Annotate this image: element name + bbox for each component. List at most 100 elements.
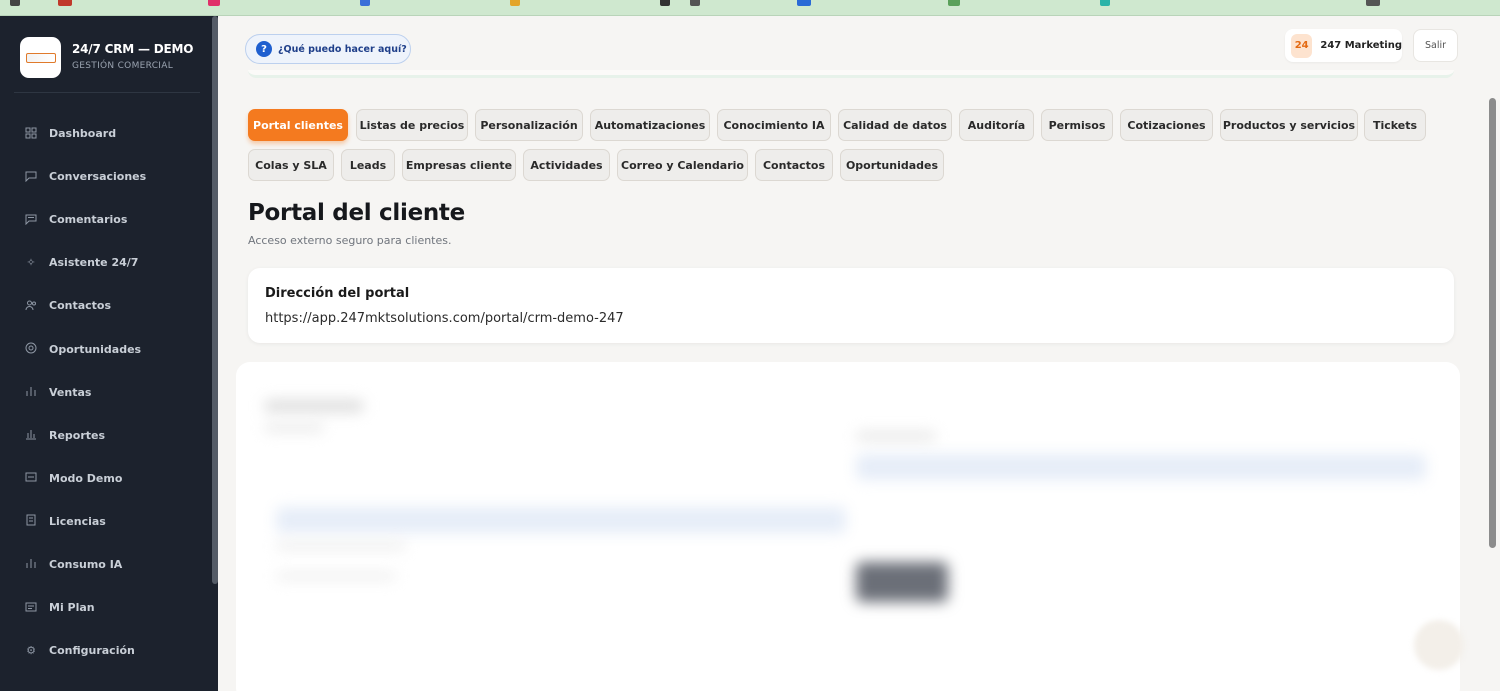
document-icon	[24, 514, 38, 528]
blurred-block	[276, 507, 846, 533]
help-label: ¿Qué puedo hacer aquí?	[278, 43, 407, 55]
sidebar-item-label: Configuración	[49, 644, 135, 658]
sidebar-item-label: Modo Demo	[49, 471, 123, 485]
tab-empresas-cliente[interactable]: Empresas cliente	[402, 149, 516, 181]
blurred-block	[264, 400, 364, 412]
tab-contactos[interactable]: Contactos	[755, 149, 833, 181]
users-icon	[24, 299, 38, 313]
sidebar-item-modo-demo[interactable]: Modo Demo	[0, 457, 218, 500]
bar-chart-icon	[24, 557, 38, 571]
bookmark-icon[interactable]	[660, 0, 670, 6]
sidebar-item-asistente[interactable]: ✧ Asistente 24/7	[0, 241, 218, 284]
sidebar-item-label: Dashboard	[49, 127, 117, 141]
sidebar-item-ventas[interactable]: Ventas	[0, 371, 218, 414]
sidebar-item-contactos[interactable]: Contactos	[0, 284, 218, 327]
page-title: Portal del cliente	[248, 200, 465, 226]
sparkle-icon: ✧	[26, 255, 36, 269]
card-heading: Dirección del portal	[265, 286, 410, 301]
user-name: 247 Marketing	[1320, 40, 1402, 51]
tab-calidad-de-datos[interactable]: Calidad de datos	[838, 109, 952, 141]
sidebar-item-label: Ventas	[49, 385, 92, 399]
header-bottom-panel	[248, 70, 1454, 78]
logout-button[interactable]: Salir	[1413, 29, 1458, 62]
sidebar-item-label: Comentarios	[49, 213, 128, 227]
logo	[20, 37, 61, 78]
bookmark-icon[interactable]	[797, 0, 811, 6]
tab-correo-y-calendario[interactable]: Correo y Calendario	[617, 149, 748, 181]
sidebar-item-label: Reportes	[49, 428, 106, 442]
blurred-content-panel	[236, 362, 1460, 691]
sidebar-item-label: Mi Plan	[49, 601, 95, 615]
blurred-block	[276, 572, 396, 580]
bookmark-icon[interactable]	[208, 0, 220, 6]
blurred-block	[264, 424, 324, 432]
help-icon: ?	[256, 41, 272, 57]
tab-conocimiento-ia[interactable]: Conocimiento IA	[717, 109, 831, 141]
tab-oportunidades[interactable]: Oportunidades	[840, 149, 944, 181]
tab-tickets[interactable]: Tickets	[1364, 109, 1426, 141]
tab-actividades[interactable]: Actividades	[523, 149, 610, 181]
brand[interactable]: 24/7 CRM — DEMO GESTIÓN COMERCIAL	[20, 37, 220, 81]
browser-bookmarks-bar	[0, 0, 1500, 16]
portal-address-card: Dirección del portal https://app.247mkts…	[248, 268, 1454, 343]
sidebar-item-label: Contactos	[49, 299, 112, 313]
bookmark-icon[interactable]	[10, 0, 20, 6]
card-icon	[24, 601, 38, 615]
tab-personalizacion[interactable]: Personalización	[475, 109, 583, 141]
sidebar-item-comentarios[interactable]: Comentarios	[0, 198, 218, 241]
monitor-icon	[24, 471, 38, 485]
portal-url[interactable]: https://app.247mktsolutions.com/portal/c…	[265, 311, 624, 326]
page-subtitle: Acceso externo seguro para clientes.	[248, 234, 452, 247]
tab-cotizaciones[interactable]: Cotizaciones	[1120, 109, 1213, 141]
tab-productos-y-servicios[interactable]: Productos y servicios	[1220, 109, 1358, 141]
blurred-block	[856, 432, 936, 440]
bookmark-icon[interactable]	[690, 0, 700, 6]
avatar: 24	[1291, 33, 1313, 58]
sidebar-item-oportunidades[interactable]: Oportunidades	[0, 327, 218, 370]
tab-leads[interactable]: Leads	[341, 149, 395, 181]
help-button[interactable]: ? ¿Qué puedo hacer aquí?	[245, 34, 411, 64]
sidebar-item-label: Conversaciones	[49, 170, 147, 184]
grid-icon	[24, 127, 38, 141]
sidebar-item-dashboard[interactable]: Dashboard	[0, 112, 218, 155]
tab-automatizaciones[interactable]: Automatizaciones	[590, 109, 710, 141]
bar-chart-icon	[24, 428, 38, 442]
bookmark-icon[interactable]	[948, 0, 960, 6]
floating-chat-button[interactable]	[1414, 620, 1464, 670]
sidebar-item-configuracion[interactable]: ⚙ Configuración	[0, 629, 218, 672]
blurred-block	[276, 542, 406, 550]
bookmark-icon[interactable]	[1366, 0, 1380, 6]
app-subtitle: GESTIÓN COMERCIAL	[72, 61, 174, 71]
bookmark-icon[interactable]	[1100, 0, 1110, 6]
tab-auditoria[interactable]: Auditoría	[959, 109, 1034, 141]
tab-permisos[interactable]: Permisos	[1041, 109, 1113, 141]
divider	[14, 92, 200, 93]
target-icon	[24, 342, 38, 356]
sidebar-item-licencias[interactable]: Licencias	[0, 500, 218, 543]
blurred-block	[856, 454, 1426, 480]
tab-listas-de-precios[interactable]: Listas de precios	[356, 109, 468, 141]
bookmark-icon[interactable]	[510, 0, 520, 6]
sidebar-item-label: Asistente 24/7	[49, 256, 139, 270]
bar-chart-icon	[24, 385, 38, 399]
user-account[interactable]: 24 247 Marketing	[1285, 29, 1402, 62]
sidebar-item-reportes[interactable]: Reportes	[0, 414, 218, 457]
sidebar-item-mi-plan[interactable]: Mi Plan	[0, 586, 218, 629]
sidebar-item-consumo-ia[interactable]: Consumo IA	[0, 543, 218, 586]
page-scrollbar[interactable]	[1489, 98, 1496, 548]
comment-icon	[24, 213, 38, 227]
sidebar-item-conversaciones[interactable]: Conversaciones	[0, 155, 218, 198]
app-title: 24/7 CRM — DEMO	[72, 42, 194, 56]
sidebar-item-label: Licencias	[49, 514, 106, 528]
sidebar: 24/7 CRM — DEMO GESTIÓN COMERCIAL Dashbo…	[0, 16, 218, 691]
bookmark-icon[interactable]	[58, 0, 72, 6]
chat-icon	[24, 170, 38, 184]
gear-icon: ⚙	[26, 643, 36, 657]
bookmark-icon[interactable]	[360, 0, 370, 6]
sidebar-item-label: Consumo IA	[49, 557, 123, 571]
tab-portal-clientes[interactable]: Portal clientes	[248, 109, 348, 141]
sidebar-nav: Dashboard Conversaciones Comentarios ✧ A…	[0, 112, 218, 672]
tab-colas-y-sla[interactable]: Colas y SLA	[248, 149, 334, 181]
sidebar-scrollbar[interactable]	[212, 16, 218, 584]
sidebar-item-label: Oportunidades	[49, 342, 142, 356]
